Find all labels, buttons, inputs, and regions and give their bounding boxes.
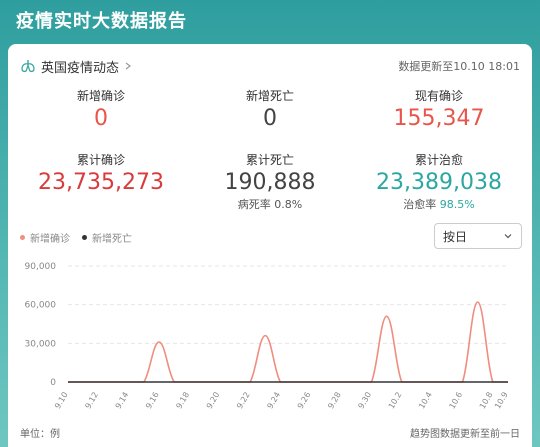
app-header: 疫情实时大数据报告 <box>0 0 540 40</box>
fatality-rate: 病死率 0.8% <box>185 198 355 212</box>
cure-rate: 治愈率 98.5% <box>354 198 524 212</box>
x-tick-label: 9.26 <box>296 391 313 411</box>
stat-value: 155,347 <box>393 106 485 131</box>
y-tick-label: 90,000 <box>25 262 57 272</box>
legend-dot <box>20 235 25 240</box>
cure-rate-label: 治愈率 <box>403 198 437 211</box>
y-tick-label: 60,000 <box>25 301 57 311</box>
series-line-new-confirmed <box>67 301 508 383</box>
legend-label: 新增死亡 <box>92 234 132 245</box>
legend-item-confirmed[interactable]: 新增确诊 <box>20 230 70 245</box>
stat-label: 累计治愈 <box>414 153 463 167</box>
legend-label: 新增确诊 <box>30 234 70 245</box>
stat-value: 0 <box>94 106 108 131</box>
x-tick-label: 9.12 <box>83 391 100 411</box>
chart-legend: 新增确诊 新增死亡 <box>20 230 144 245</box>
fatality-rate-label: 病死率 <box>237 198 271 211</box>
stat-label: 新增死亡 <box>245 89 294 103</box>
stat-label: 累计死亡 <box>245 153 294 167</box>
x-tick-label: 10.8 <box>478 391 495 411</box>
chevron-right-icon[interactable] <box>124 62 132 70</box>
x-tick-label: 9.30 <box>356 391 373 411</box>
chart-note: 趋势图数据更新至前一日 <box>410 429 520 440</box>
legend-dot <box>82 235 87 240</box>
stat-new-deaths: 新增死亡 0 <box>185 88 355 134</box>
y-tick-label: 30,000 <box>25 339 57 349</box>
x-tick-label: 10.4 <box>417 391 434 411</box>
fatality-rate-value: 0.8% <box>274 198 303 211</box>
trend-chart: 0 30,000 60,000 90,000 9.10 9.12 9.14 9.16 9.18 9… <box>25 262 510 411</box>
card-header[interactable]: 英国疫情动态 数据更新至10.10 18:01 <box>8 52 532 80</box>
cure-rate-value: 98.5% <box>439 198 475 211</box>
x-tick-label: 9.18 <box>174 391 191 411</box>
x-tick-label: 9.20 <box>205 391 222 411</box>
stat-current-confirmed: 现有确诊 155,347 <box>354 88 524 134</box>
stat-new-confirmed: 新增确诊 0 <box>16 88 186 134</box>
x-tick-label: 10.9 <box>493 391 510 411</box>
chevron-down-icon <box>504 234 512 239</box>
stats-card: 英国疫情动态 数据更新至10.10 18:01 新增确诊 0 新增死亡 0 现有… <box>8 44 532 447</box>
x-tick-label: 9.24 <box>265 391 282 411</box>
x-tick-label: 9.16 <box>144 391 161 411</box>
select-value: 按日 <box>443 229 468 244</box>
legend-item-deaths[interactable]: 新增死亡 <box>82 230 132 245</box>
update-time: 数据更新至10.10 18:01 <box>398 60 520 73</box>
stat-value: 190,888 <box>224 170 316 195</box>
region-title[interactable]: 英国疫情动态 <box>41 57 119 76</box>
stat-label: 现有确诊 <box>414 89 463 103</box>
lungs-icon <box>21 60 35 73</box>
stat-label: 累计确诊 <box>76 153 125 167</box>
x-tick-label: 9.14 <box>114 391 131 411</box>
unit-label: 单位：例 <box>20 429 60 440</box>
stat-total-cured: 累计治愈 23,389,038 治愈率 98.5% <box>354 152 524 212</box>
x-tick-label: 9.22 <box>235 391 252 411</box>
x-tick-label: 10.6 <box>448 391 465 411</box>
page-title: 疫情实时大数据报告 <box>16 11 187 32</box>
stat-value: 0 <box>263 106 277 131</box>
y-tick-label: 0 <box>50 378 56 388</box>
stat-total-deaths: 累计死亡 190,888 病死率 0.8% <box>185 152 355 212</box>
stat-value: 23,735,273 <box>38 170 164 195</box>
stat-total-confirmed: 累计确诊 23,735,273 <box>16 152 186 198</box>
x-tick-label: 9.28 <box>326 391 343 411</box>
stat-label: 新增确诊 <box>76 89 125 103</box>
x-tick-label: 10.2 <box>387 391 404 411</box>
x-tick-label: 9.10 <box>53 391 70 411</box>
granularity-select[interactable]: 按日 <box>434 223 522 249</box>
stat-value: 23,389,038 <box>376 170 502 195</box>
